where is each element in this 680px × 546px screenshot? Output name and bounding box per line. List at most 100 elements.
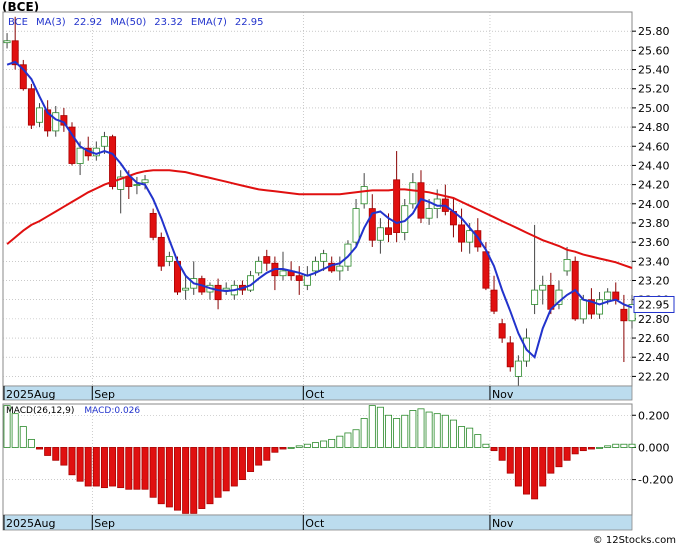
macd-bar-down: [247, 447, 255, 472]
candle-up: [604, 291, 612, 301]
macd-bar-down: [84, 447, 92, 487]
macd-bar-down: [198, 447, 206, 509]
macd-bar-down: [238, 447, 246, 481]
price-tick-label: 22.80: [638, 313, 670, 326]
macd-bar-down: [523, 447, 530, 495]
macd-bar-up: [393, 418, 401, 448]
macd-bar-down: [214, 447, 222, 498]
candle-down: [385, 227, 393, 235]
price-tick-label: 24.40: [638, 159, 670, 172]
legend-item: MA(50): [110, 17, 146, 28]
candle-up: [352, 208, 360, 243]
macd-bar-down: [68, 447, 76, 476]
macd-bar-down: [579, 447, 587, 452]
macd-bar-up: [433, 413, 441, 448]
price-tick-label: 24.80: [638, 121, 670, 134]
candle-down: [149, 212, 157, 238]
macd-xaxis-label: Nov: [492, 517, 514, 530]
candle-up: [133, 184, 141, 187]
price-tick-label: 22.40: [638, 351, 670, 364]
macd-bar-down: [263, 447, 271, 461]
macd-bar-up: [458, 426, 466, 448]
macd-xaxis-label: 2025Aug: [6, 517, 55, 530]
macd-bar-down: [182, 447, 190, 514]
macd-legend-item: MACD:0.026: [84, 406, 140, 416]
macd-bar-down: [100, 447, 108, 489]
macd-xaxis-label: Oct: [305, 517, 325, 530]
macd-bar-down: [539, 447, 547, 487]
macd-bar-up: [628, 443, 636, 448]
candle-up: [311, 260, 319, 272]
macd-bar-up: [328, 438, 336, 448]
price-tick-label: 25.00: [638, 102, 670, 115]
macd-bar-up: [612, 443, 620, 448]
price-tick-label: 23.60: [638, 236, 670, 249]
xaxis-label: Oct: [305, 388, 325, 401]
macd-bar-down: [157, 447, 165, 505]
candle-down: [263, 256, 271, 264]
price-tick-label: 24.60: [638, 140, 670, 153]
macd-bar-down: [92, 447, 100, 487]
macd-bar-up: [303, 443, 311, 448]
macd-bar-down: [60, 447, 68, 466]
candle-up: [320, 253, 328, 262]
candle-down: [157, 236, 165, 267]
macd-bar-down: [279, 447, 287, 450]
macd-tick-label: 0.200: [638, 409, 670, 422]
macd-bar-down: [44, 447, 52, 456]
macd-bar-down: [571, 447, 579, 455]
candle-up: [596, 299, 604, 315]
price-tick-label: 25.60: [638, 44, 670, 57]
macd-bar-up: [401, 414, 409, 448]
candle-down: [620, 308, 628, 322]
candle-up: [563, 259, 571, 272]
candle-up: [579, 299, 587, 320]
candle-down: [458, 224, 466, 243]
macd-bar-down: [230, 447, 238, 487]
candle-up: [303, 275, 311, 286]
macd-bar-down: [125, 447, 133, 490]
legend-item: BCE: [8, 17, 28, 28]
macd-bar-up: [425, 411, 433, 448]
candle-up: [539, 284, 547, 291]
macd-bar-down: [222, 447, 230, 492]
candle-up: [100, 136, 108, 147]
macd-bar-up: [474, 434, 482, 448]
macd-bar-up: [336, 435, 344, 448]
macd-bar-up: [409, 410, 417, 448]
macd-bar-up: [352, 429, 360, 448]
macd-bar-up: [27, 438, 35, 448]
price-tick-label: 23.20: [638, 275, 670, 288]
macd-bar-down: [587, 447, 595, 450]
macd-bar-up: [604, 445, 612, 448]
candle-down: [612, 291, 620, 301]
candle-up: [222, 287, 230, 291]
macd-bar-up: [482, 443, 490, 448]
candle-up: [36, 107, 44, 123]
price-tick-label: 25.80: [638, 25, 670, 38]
macd-bar-up: [344, 432, 352, 448]
legend-item: 22.95: [235, 17, 264, 28]
macd-bar-down: [117, 447, 125, 489]
candle-up: [182, 287, 190, 291]
candle-down: [393, 179, 401, 233]
macd-bar-up: [596, 447, 604, 449]
macd-bar-down: [165, 447, 173, 508]
candle-up: [52, 112, 60, 132]
legend-item: MA(3): [36, 17, 66, 28]
xaxis-label: Nov: [492, 388, 514, 401]
last-price-label: 22.95: [638, 298, 670, 311]
macd-bar-down: [506, 447, 514, 474]
candle-up: [531, 289, 539, 305]
price-tick-label: 22.60: [638, 332, 670, 345]
price-tick-label: 23.80: [638, 217, 670, 230]
macd-bar-up: [11, 413, 19, 448]
macd-bar-up: [620, 443, 628, 448]
macd-bar-down: [563, 447, 571, 461]
candle-down: [506, 342, 514, 368]
watermark: © 12Stocks.com: [593, 535, 676, 546]
price-tick-label: 24.20: [638, 179, 670, 192]
macd-bar-down: [174, 447, 181, 511]
macd-bar-down: [149, 447, 157, 498]
macd-bar-down: [255, 447, 263, 466]
